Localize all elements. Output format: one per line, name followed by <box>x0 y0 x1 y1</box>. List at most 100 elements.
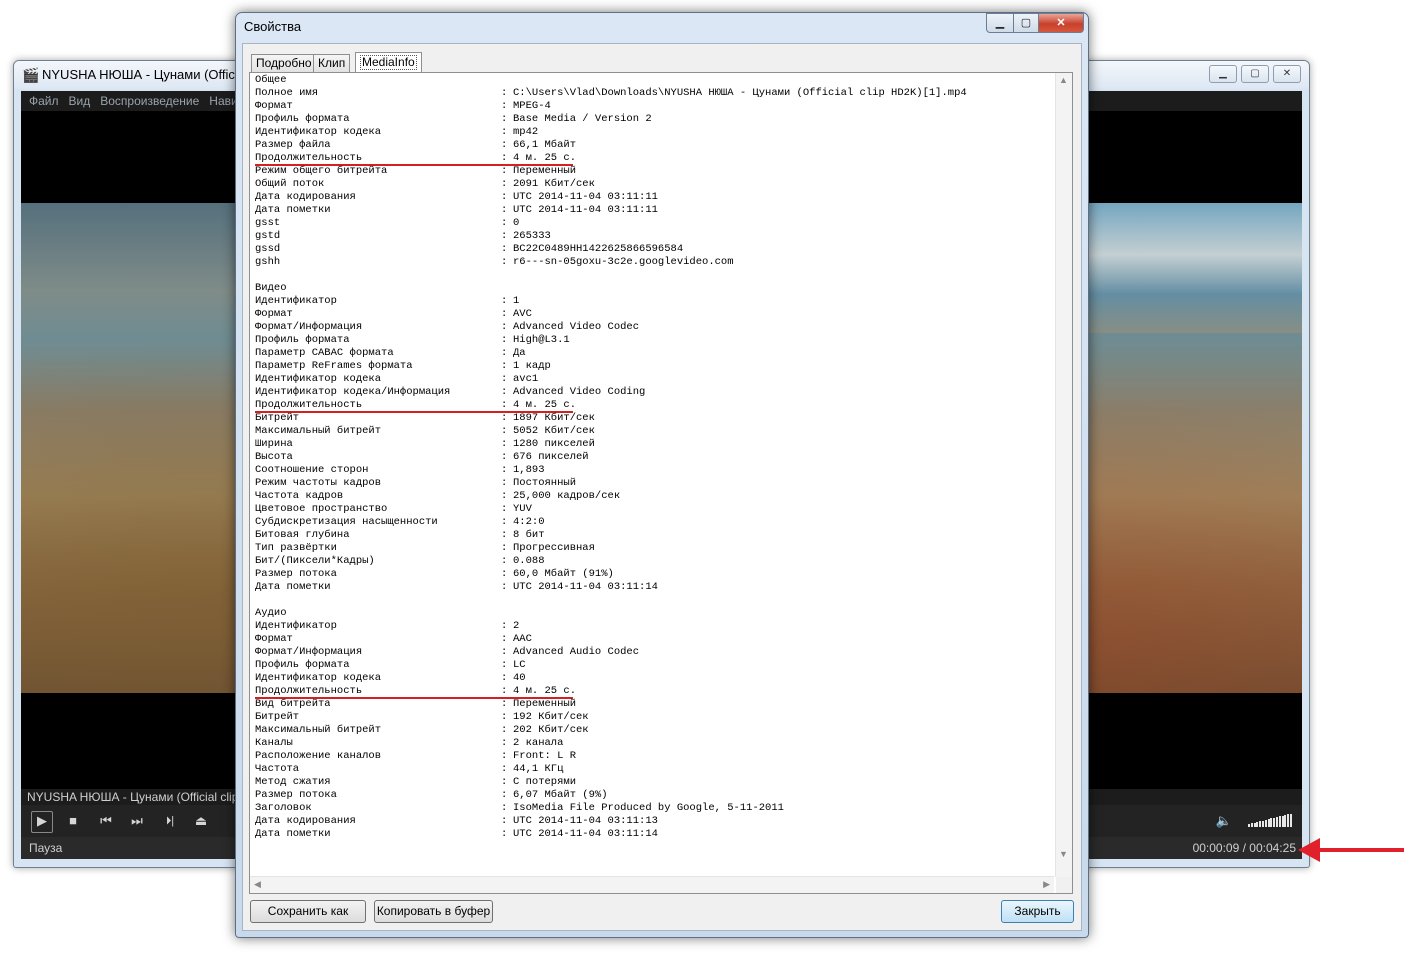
info-value: UTC 2014-11-04 03:11:14 <box>513 581 658 593</box>
tab-details[interactable]: Подробно <box>251 54 317 72</box>
maximize-button[interactable]: ▢ <box>1241 65 1269 83</box>
info-row: Идентификатор:2 <box>255 620 1053 633</box>
frame-step-button[interactable]: ⏵| <box>159 811 181 831</box>
previous-button[interactable]: ⏮ <box>96 811 116 831</box>
info-row: Размер потока:6,07 Мбайт (9%) <box>255 789 1053 802</box>
info-row: Каналы:2 канала <box>255 737 1053 750</box>
info-value: C:\Users\Vlad\Downloads\NYUSHA НЮША - Цу… <box>513 87 967 99</box>
volume-slider[interactable] <box>1248 813 1292 827</box>
info-key: gssd <box>255 243 281 255</box>
info-value: IsoMedia File Produced by Google, 5-11-2… <box>513 802 784 814</box>
info-row: Частота кадров:25,000 кадров/сек <box>255 490 1053 503</box>
minimize-button[interactable]: ▁ <box>1209 65 1237 83</box>
volume-bar <box>1264 819 1267 827</box>
info-row: Идентификатор:1 <box>255 295 1053 308</box>
info-key: Идентификатор <box>255 295 337 307</box>
mediainfo-text[interactable]: Общее Полное имя: C:\Users\Vlad\Downloads\… <box>255 74 1053 874</box>
info-value: AAC <box>513 633 532 645</box>
info-row: Формат: AVC <box>255 308 1053 321</box>
info-key: Ширина <box>255 438 293 450</box>
time-readout: 00:00:09 / 00:04:25 <box>1192 841 1296 855</box>
info-colon: : <box>501 386 508 398</box>
info-row: Дата пометки: UTC 2014-11-04 03:11:11 <box>255 204 1053 217</box>
info-key: Метод сжатия <box>255 776 331 788</box>
info-row: Высота:676 пикселей <box>255 451 1053 464</box>
tab-mediainfo[interactable]: MediaInfo <box>355 52 422 73</box>
close-dialog-button[interactable]: Закрыть <box>1001 900 1074 923</box>
scroll-up-icon[interactable]: ▲ <box>1059 75 1068 85</box>
close-button[interactable]: ✕ <box>1273 65 1301 83</box>
info-colon: : <box>501 789 508 801</box>
info-value: UTC 2014-11-04 03:11:11 <box>513 204 658 216</box>
menu-playback[interactable]: Воспроизведение <box>100 94 199 108</box>
copy-to-clipboard-button[interactable]: Копировать в буфер <box>374 900 493 923</box>
info-row: Формат/Информация: Advanced Audio Codec <box>255 646 1053 659</box>
info-colon: : <box>501 360 508 372</box>
info-colon: : <box>501 178 508 190</box>
info-colon: : <box>501 204 508 216</box>
info-key: Тип развёртки <box>255 542 337 554</box>
volume-bar <box>1287 814 1290 827</box>
info-key: Битовая глубина <box>255 529 350 541</box>
info-value: 0.088 <box>513 555 545 567</box>
menu-file[interactable]: Файл <box>29 94 59 108</box>
info-value: 2091 Кбит/сек <box>513 178 595 190</box>
playback-state: Пауза <box>29 841 63 855</box>
scroll-right-icon[interactable]: ▶ <box>1043 879 1050 890</box>
info-row: Формат: AAC <box>255 633 1053 646</box>
scroll-left-icon[interactable]: ◀ <box>254 879 261 890</box>
dialog-minimize-button[interactable]: ▁ <box>986 13 1014 33</box>
volume-bar <box>1270 818 1273 827</box>
info-value: 676 пикселей <box>513 451 589 463</box>
film-clapper-icon: 🎬 <box>22 67 40 83</box>
next-button[interactable]: ⏭ <box>127 811 147 831</box>
info-value: 44,1 КГц <box>513 763 564 775</box>
menu-view[interactable]: Вид <box>69 94 91 108</box>
vertical-scrollbar[interactable]: ▲ ▼ <box>1055 73 1072 877</box>
dialog-maximize-button[interactable]: ▢ <box>1014 13 1039 33</box>
speaker-icon[interactable]: 🔈 <box>1216 811 1232 831</box>
info-row: Параметр ReFrames формата:1 кадр <box>255 360 1053 373</box>
info-colon: : <box>501 633 508 645</box>
eject-button[interactable]: ⏏ <box>191 811 211 831</box>
info-value: Постоянный <box>513 477 577 489</box>
info-key: Дата пометки <box>255 828 331 840</box>
info-row: Формат: MPEG-4 <box>255 100 1053 113</box>
info-value: 8 бит <box>513 529 545 541</box>
info-key: Размер потока <box>255 568 337 580</box>
info-colon: : <box>501 217 508 229</box>
info-row: Формат/Информация: Advanced Video Codec <box>255 321 1053 334</box>
stop-button[interactable]: ■ <box>63 811 83 831</box>
info-value: LC <box>513 659 526 671</box>
info-colon: : <box>501 529 508 541</box>
info-value: UTC 2014-11-04 03:11:11 <box>513 191 658 203</box>
info-key: Каналы <box>255 737 293 749</box>
save-as-button[interactable]: Сохранить как <box>250 900 366 923</box>
tab-clip[interactable]: Клип <box>313 54 351 72</box>
info-key: Режим общего битрейта <box>255 165 388 177</box>
info-value: 6,07 Мбайт (9%) <box>513 789 608 801</box>
horizontal-scrollbar[interactable]: ◀ ▶ <box>250 876 1054 893</box>
info-key: Профиль формата <box>255 659 350 671</box>
info-colon: : <box>501 568 508 580</box>
info-value: 0 <box>513 217 520 229</box>
info-row: Расположение каналов: Front: L R <box>255 750 1053 763</box>
info-colon: : <box>501 334 508 346</box>
play-button[interactable]: ▶ <box>31 811 53 833</box>
dialog-client: Подробно Клип MediaInfo Общее Полное имя:… <box>242 43 1082 931</box>
volume-bar <box>1281 815 1284 827</box>
info-key: Общий поток <box>255 178 325 190</box>
scroll-down-icon[interactable]: ▼ <box>1059 849 1068 859</box>
info-colon: : <box>501 828 508 840</box>
scrollbar-corner <box>1056 877 1072 893</box>
info-colon: : <box>501 724 508 736</box>
info-key: Полное имя <box>255 87 319 99</box>
info-value: mp42 <box>513 126 539 138</box>
info-colon: : <box>501 646 508 658</box>
info-colon: : <box>501 191 508 203</box>
info-key: Идентификатор кодека/Информация <box>255 386 451 398</box>
info-value: High@L3.1 <box>513 334 570 346</box>
dialog-close-button[interactable]: ✕ <box>1039 13 1084 33</box>
info-row: Идентификатор кодека: avc1 <box>255 373 1053 386</box>
volume-bar <box>1250 823 1253 827</box>
